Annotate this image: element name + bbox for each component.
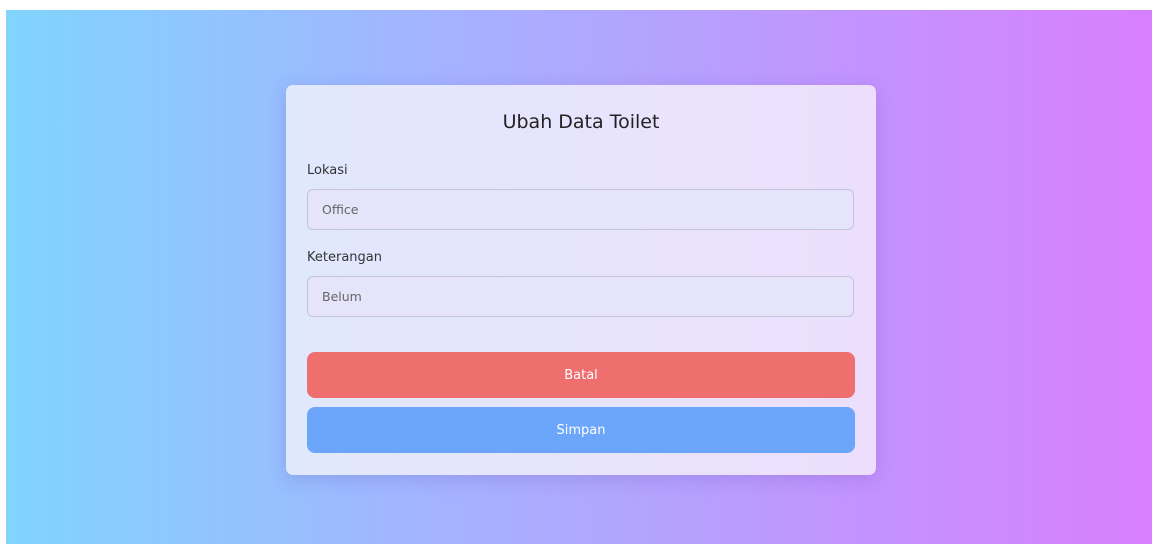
- edit-toilet-form-card: Ubah Data Toilet Lokasi Keterangan Batal…: [286, 85, 876, 475]
- lokasi-label: Lokasi: [307, 163, 348, 178]
- save-button[interactable]: Simpan: [307, 407, 855, 453]
- lokasi-input[interactable]: [307, 189, 854, 230]
- form-title: Ubah Data Toilet: [502, 111, 660, 133]
- cancel-button[interactable]: Batal: [307, 352, 855, 398]
- keterangan-label: Keterangan: [307, 250, 382, 265]
- page-background: Ubah Data Toilet Lokasi Keterangan Batal…: [6, 10, 1152, 544]
- keterangan-input[interactable]: [307, 276, 854, 317]
